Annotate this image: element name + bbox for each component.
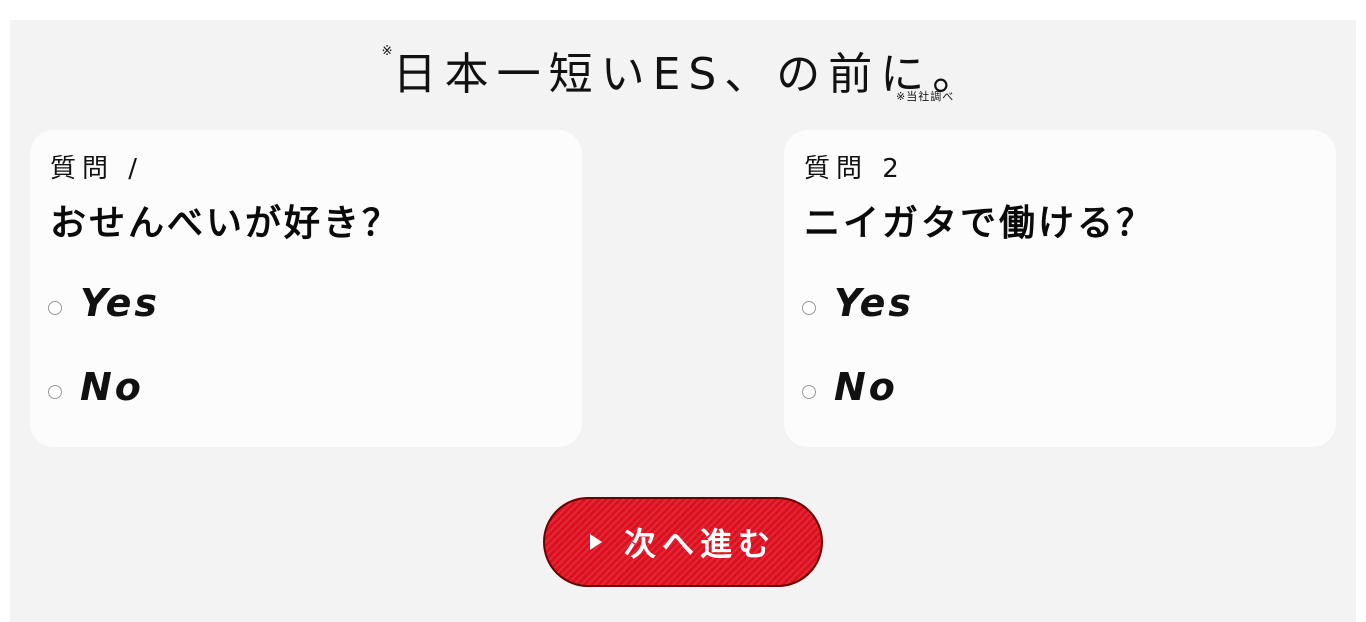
play-arrow-icon [589, 534, 602, 550]
next-button[interactable]: 次へ進む [543, 497, 823, 587]
question-number: 質問 / [50, 154, 144, 184]
next-button-label: 次へ進む [623, 525, 776, 563]
radio-no[interactable] [48, 385, 62, 399]
option-yes[interactable]: Yes [802, 281, 915, 325]
page-panel: ※日本一短いES、の前に。 ※当社調べ 質問 / おせんべいが好き？ Yes N… [10, 20, 1356, 622]
title-mark: ※ [381, 44, 393, 59]
option-yes[interactable]: Yes [48, 281, 161, 325]
question-card-2: 質問 2 ニイガタで働ける？ Yes No [784, 130, 1336, 447]
page-title: ※日本一短いES、の前に。 [10, 38, 1356, 102]
radio-no[interactable] [802, 385, 816, 399]
option-label-yes: Yes [80, 281, 161, 325]
question-number: 質問 2 [804, 154, 905, 184]
question-card-1: 質問 / おせんべいが好き？ Yes No [30, 130, 582, 447]
option-no[interactable]: No [48, 365, 144, 409]
title-footnote: ※当社調べ [896, 90, 955, 103]
option-label-no: No [80, 365, 144, 409]
question-text: ニイガタで働ける？ [804, 203, 1156, 244]
question-text: おせんべいが好き？ [50, 203, 402, 244]
option-label-no: No [834, 365, 898, 409]
option-label-yes: Yes [834, 281, 915, 325]
radio-yes[interactable] [802, 301, 816, 315]
radio-yes[interactable] [48, 301, 62, 315]
option-no[interactable]: No [802, 365, 898, 409]
